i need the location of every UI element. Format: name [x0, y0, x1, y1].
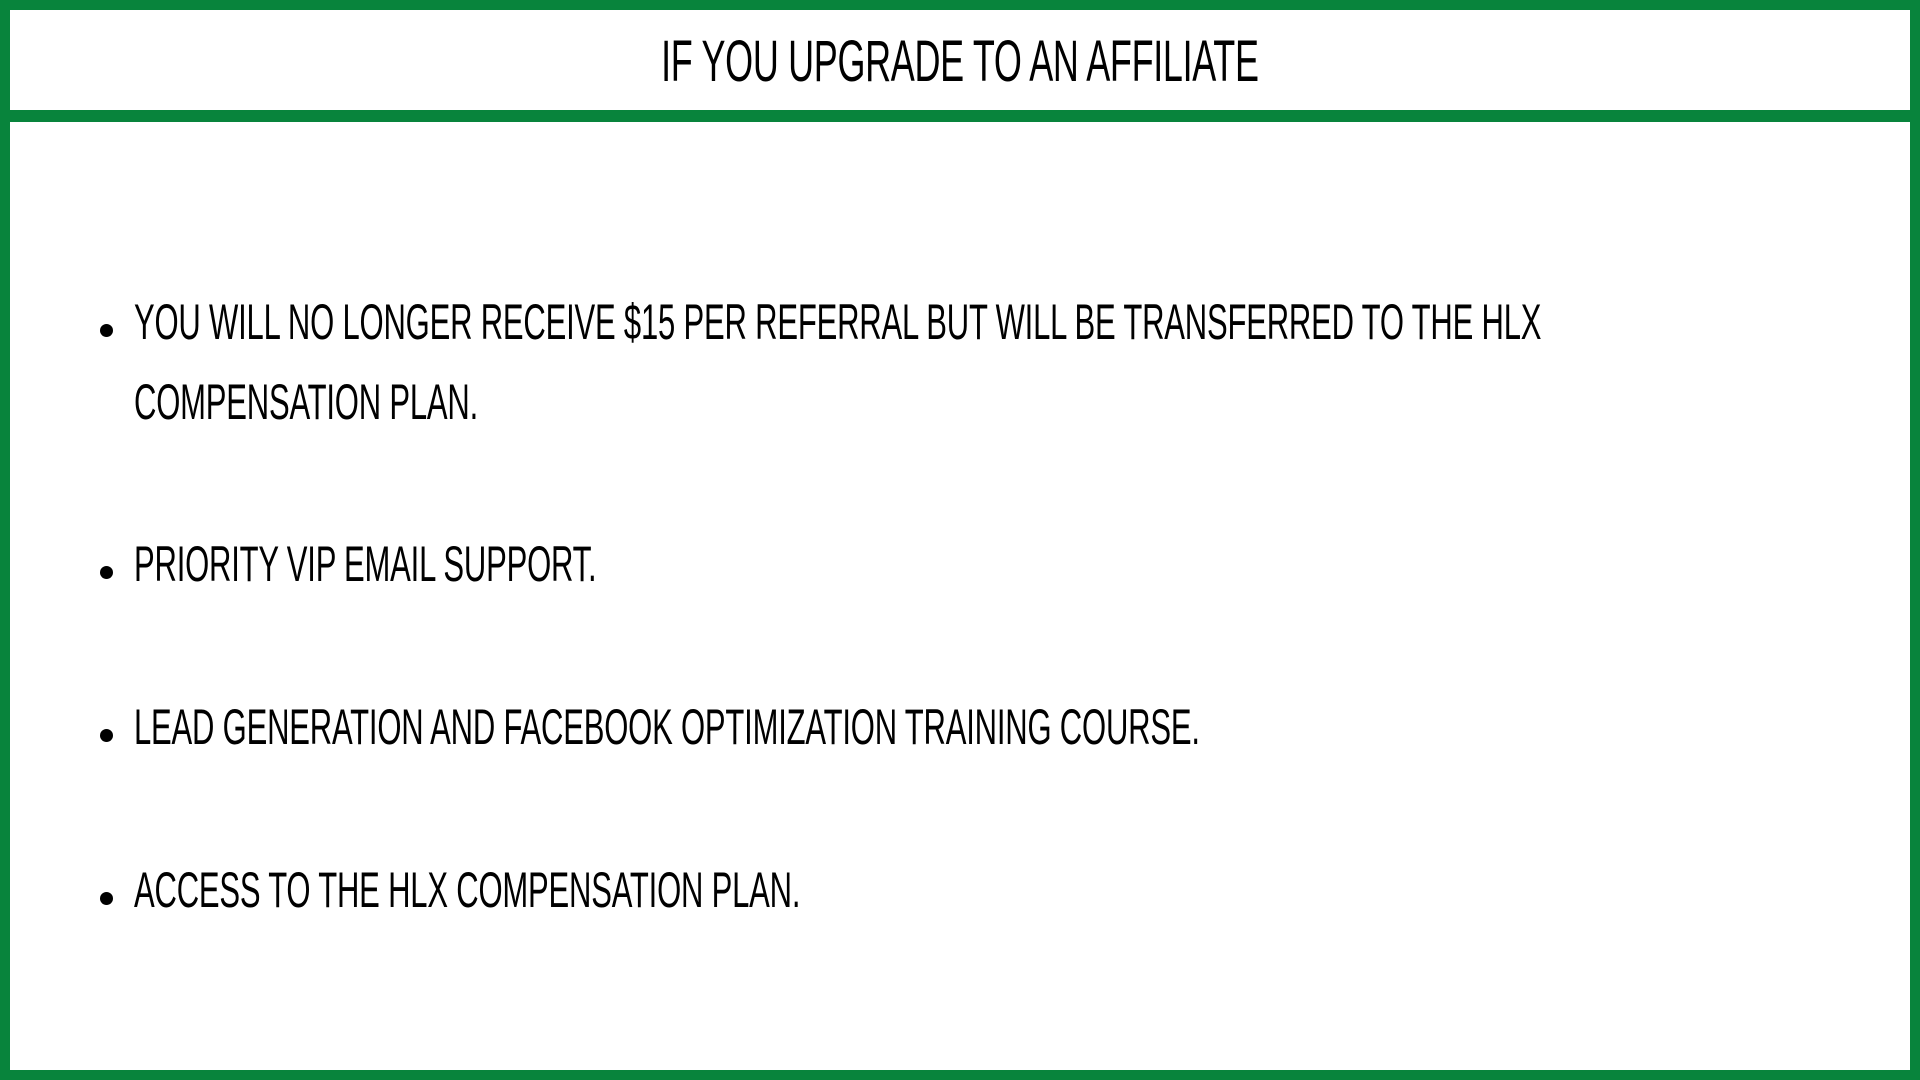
bullet-dot-icon: [100, 566, 113, 579]
title-bar: IF YOU UPGRADE TO AN AFFILIATE: [10, 10, 1910, 122]
bullet-2-line-1: PRIORITY VIP EMAIL SUPPORT.: [134, 536, 597, 592]
bullet-text-4: ACCESS TO THE HLX COMPENSATION PLAN.: [134, 850, 1746, 930]
bullet-1-line-1: YOU WILL NO LONGER RECEIVE $15 PER REFER…: [134, 294, 1542, 350]
bullet-3-line-1: LEAD GENERATION AND FACEBOOK OPTIMIZATIO…: [134, 699, 1200, 755]
bullet-1-line-2: COMPENSATION PLAN.: [134, 374, 479, 430]
bullet-4-line-1: ACCESS TO THE HLX COMPENSATION PLAN.: [134, 862, 801, 918]
bullet-dot-icon: [100, 324, 113, 337]
slide-frame: IF YOU UPGRADE TO AN AFFILIATE YOU WILL …: [0, 0, 1920, 1080]
bullet-text-2: PRIORITY VIP EMAIL SUPPORT.: [134, 524, 1746, 604]
bullet-dot-icon: [100, 892, 113, 905]
bullet-text-1: YOU WILL NO LONGER RECEIVE $15 PER REFER…: [134, 282, 1746, 442]
bullet-text-3: LEAD GENERATION AND FACEBOOK OPTIMIZATIO…: [134, 687, 1746, 767]
slide-title: IF YOU UPGRADE TO AN AFFILIATE: [661, 29, 1259, 94]
bullet-dot-icon: [100, 729, 113, 742]
